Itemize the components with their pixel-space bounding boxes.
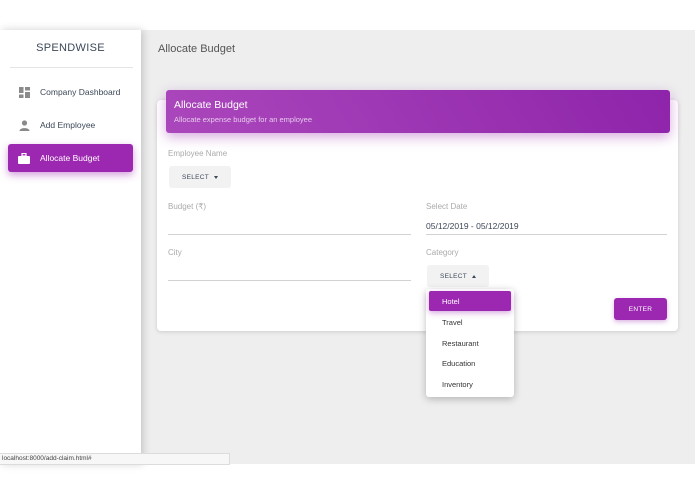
card-title: Allocate Budget bbox=[174, 99, 248, 111]
caret-down-icon bbox=[214, 175, 219, 179]
sidebar-item-label: Allocate Budget bbox=[40, 153, 100, 163]
category-dropdown-menu: Hotel Travel Restaurant Education Invent… bbox=[426, 289, 514, 397]
status-bar-url: localhost:8000/add-claim.html# bbox=[0, 453, 230, 465]
card-subtitle: Allocate expense budget for an employee bbox=[174, 115, 313, 124]
dropdown-option-restaurant[interactable]: Restaurant bbox=[429, 333, 511, 353]
employee-select-label: SELECT bbox=[181, 173, 210, 181]
brand-logo[interactable]: SPENDWISE bbox=[0, 42, 141, 54]
main-content: Allocate Budget Allocate Budget Allocate… bbox=[141, 30, 695, 464]
dropdown-option-education[interactable]: Education bbox=[429, 353, 511, 373]
employee-name-label: Employee Name bbox=[168, 149, 228, 158]
category-select-button[interactable]: SELECT bbox=[427, 265, 489, 287]
caret-up-icon bbox=[472, 274, 477, 278]
date-underline bbox=[426, 234, 667, 235]
dropdown-option-hotel[interactable]: Hotel bbox=[429, 291, 511, 311]
budget-input[interactable] bbox=[168, 217, 411, 233]
budget-label: Budget (₹) bbox=[168, 202, 206, 211]
page-title: Allocate Budget bbox=[158, 43, 236, 55]
sidebar-item-label: Company Dashboard bbox=[40, 87, 121, 97]
dropdown-option-travel[interactable]: Travel bbox=[429, 312, 511, 332]
briefcase-icon bbox=[18, 152, 30, 164]
card-header: Allocate Budget Allocate expense budget … bbox=[166, 90, 670, 133]
date-range-input[interactable]: 05/12/2019 - 05/12/2019 bbox=[426, 221, 667, 233]
employee-select-button[interactable]: SELECT bbox=[169, 166, 231, 188]
person-icon bbox=[18, 119, 30, 131]
category-label: Category bbox=[426, 248, 459, 257]
select-date-label: Select Date bbox=[426, 202, 468, 211]
sidebar: SPENDWISE Company Dashboard Add Employee… bbox=[0, 30, 141, 464]
brand-divider bbox=[10, 67, 133, 68]
sidebar-item-allocate-budget[interactable]: Allocate Budget bbox=[8, 144, 133, 172]
sidebar-item-add-employee[interactable]: Add Employee bbox=[8, 111, 133, 139]
enter-button[interactable]: ENTER bbox=[614, 298, 667, 320]
app-window: SPENDWISE Company Dashboard Add Employee… bbox=[0, 0, 695, 494]
dropdown-option-inventory[interactable]: Inventory bbox=[429, 374, 511, 394]
sidebar-item-label: Add Employee bbox=[40, 120, 96, 130]
city-underline bbox=[168, 280, 411, 281]
city-input[interactable] bbox=[168, 263, 411, 279]
city-label: City bbox=[168, 248, 182, 257]
budget-underline bbox=[168, 234, 411, 235]
allocate-budget-card: Allocate Budget Allocate expense budget … bbox=[157, 90, 678, 331]
dashboard-icon bbox=[18, 86, 30, 98]
sidebar-item-company-dashboard[interactable]: Company Dashboard bbox=[8, 78, 133, 106]
category-select-label: SELECT bbox=[439, 272, 468, 280]
